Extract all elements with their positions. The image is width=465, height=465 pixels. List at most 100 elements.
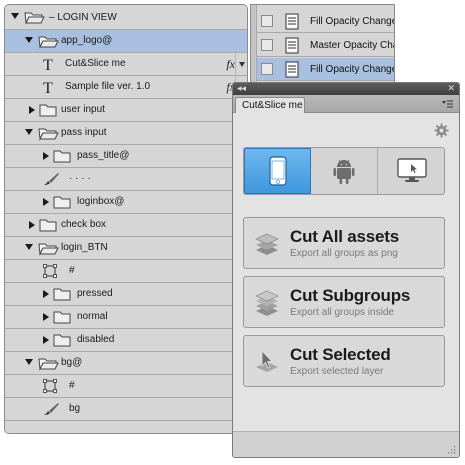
brush-icon <box>44 173 59 185</box>
layer-row-app-logo[interactable]: app_logo@ <box>5 30 247 53</box>
column-divider <box>235 53 236 75</box>
panel-tabbar: Cut&Slice me <box>233 95 459 113</box>
platform-selector <box>243 147 445 195</box>
layer-label: bg <box>69 403 81 414</box>
history-label: Fill Opacity Change <box>310 16 395 27</box>
action-title: Cut Selected <box>290 345 391 364</box>
action-title: Cut Subgroups <box>290 286 411 305</box>
layer-row-text-cutslice[interactable]: T Cut&Slice me fx <box>5 53 247 76</box>
layer-label: · · · · <box>69 173 91 184</box>
brush-icon <box>44 403 59 415</box>
panel-footer <box>233 431 459 457</box>
shape-layer-icon <box>43 264 57 278</box>
collapse-triangle-icon[interactable] <box>29 221 35 229</box>
expand-triangle-icon[interactable] <box>25 244 33 250</box>
effects-expand-icon[interactable] <box>239 62 245 67</box>
layers-panel: – LOGIN VIEW app_logo@ T Cut&Slice me fx… <box>4 4 248 434</box>
layer-label: app_logo@ <box>61 35 113 46</box>
expand-triangle-icon[interactable] <box>25 37 33 43</box>
layer-row-pass-title[interactable]: pass_title@ <box>5 145 247 168</box>
android-icon <box>333 159 355 184</box>
layer-row-pass-input[interactable]: pass input <box>5 122 247 145</box>
layer-row-dots[interactable]: · · · · <box>5 168 247 191</box>
folder-open-icon <box>38 358 59 371</box>
layer-label: Sample file ver. 1.0 <box>65 81 151 92</box>
layer-row-check-box[interactable]: check box <box>5 214 247 237</box>
collapse-triangle-icon[interactable] <box>43 290 49 298</box>
layer-row-login-view[interactable]: – LOGIN VIEW <box>5 5 247 30</box>
layer-label: # <box>69 265 75 276</box>
folder-open-icon <box>38 128 59 141</box>
folder-icon <box>53 311 71 324</box>
resize-grip-icon[interactable] <box>447 445 456 454</box>
layer-row-pressed[interactable]: pressed <box>5 283 247 306</box>
platform-desktop-button[interactable] <box>378 148 444 194</box>
close-icon[interactable]: ✕ <box>447 83 455 94</box>
document-icon <box>285 37 299 54</box>
collapse-panel-icon[interactable]: ◂◂ <box>237 83 246 94</box>
expand-triangle-icon[interactable] <box>25 129 33 135</box>
history-checkbox[interactable] <box>261 63 273 75</box>
history-row[interactable]: Fill Opacity Change <box>257 10 395 33</box>
platform-android-button[interactable] <box>311 148 378 194</box>
layer-label: check box <box>61 219 107 230</box>
layer-row-loginbox[interactable]: loginbox@ <box>5 191 247 214</box>
layer-row-bg-group[interactable]: bg@ <box>5 352 247 375</box>
folder-icon <box>53 150 71 163</box>
platform-ios-button[interactable] <box>244 148 311 194</box>
layer-label: – LOGIN VIEW <box>49 12 117 23</box>
history-label: Master Opacity Change <box>310 40 394 51</box>
folder-icon <box>53 334 71 347</box>
text-layer-icon: T <box>43 57 53 72</box>
history-checkbox[interactable] <box>261 39 273 51</box>
layer-label: pass input <box>61 127 107 138</box>
layer-row-bg[interactable]: bg <box>5 398 247 421</box>
collapse-triangle-icon[interactable] <box>29 106 35 114</box>
layer-row-shape[interactable]: # <box>5 260 247 283</box>
layer-row-user-input[interactable]: user input <box>5 99 247 122</box>
layer-label: login_BTN <box>61 242 108 253</box>
collapse-triangle-icon[interactable] <box>43 198 49 206</box>
history-panel: Fill Opacity Change Master Opacity Chang… <box>250 4 395 86</box>
layer-row-shape[interactable]: # <box>5 375 247 398</box>
tab-cutslice[interactable]: Cut&Slice me <box>235 97 305 113</box>
layer-label: disabled <box>77 334 115 345</box>
expand-triangle-icon[interactable] <box>11 13 19 19</box>
layers-stack-icon <box>255 233 279 255</box>
folder-open-icon <box>38 36 59 49</box>
layer-row-disabled[interactable]: disabled <box>5 329 247 352</box>
folder-icon <box>39 219 57 232</box>
text-layer-icon: T <box>43 80 53 95</box>
layer-row-text-sample[interactable]: T Sample file ver. 1.0 fx <box>5 76 247 99</box>
layer-label: pressed <box>77 288 113 299</box>
collapse-triangle-icon[interactable] <box>43 152 49 160</box>
action-subtitle: Export all groups inside <box>290 307 394 318</box>
action-title: Cut All assets <box>290 227 399 246</box>
history-row[interactable]: Master Opacity Change <box>257 34 394 57</box>
panel-menu-icon[interactable] <box>441 99 453 109</box>
history-row-selected[interactable]: Fill Opacity Change <box>257 58 394 81</box>
svg-text:T: T <box>43 80 53 95</box>
cut-subgroups-button[interactable]: Cut Subgroups Export all groups inside <box>243 276 445 328</box>
panel-titlebar[interactable]: ◂◂ ✕ <box>233 83 459 95</box>
layers-nested-icon <box>255 290 279 316</box>
gear-icon[interactable] <box>434 123 449 138</box>
layer-label: normal <box>77 311 108 322</box>
action-subtitle: Export selected layer <box>290 366 384 377</box>
layer-label: bg@ <box>61 357 83 368</box>
effects-fx-icon[interactable]: fx <box>226 57 235 72</box>
layer-row-login-btn[interactable]: login_BTN <box>5 237 247 260</box>
layer-row-normal[interactable]: normal <box>5 306 247 329</box>
folder-icon <box>53 196 71 209</box>
folder-open-icon <box>38 243 59 256</box>
action-subtitle: Export all groups as png <box>290 248 398 259</box>
collapse-triangle-icon[interactable] <box>43 313 49 321</box>
expand-triangle-icon[interactable] <box>25 359 33 365</box>
folder-icon <box>39 104 57 117</box>
history-checkbox[interactable] <box>261 15 273 27</box>
document-icon <box>285 61 299 78</box>
cut-all-assets-button[interactable]: Cut All assets Export all groups as png <box>243 217 445 269</box>
cut-selected-button[interactable]: Cut Selected Export selected layer <box>243 335 445 387</box>
collapse-triangle-icon[interactable] <box>43 336 49 344</box>
layer-label: Cut&Slice me <box>65 58 126 69</box>
